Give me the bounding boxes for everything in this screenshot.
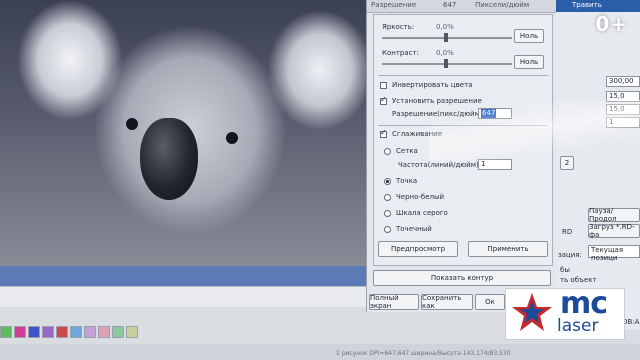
invert-colors-label: Инвертировать цвета — [392, 81, 473, 89]
contrast-slider-thumb[interactable] — [444, 59, 448, 68]
brightness-reset-button[interactable]: Ноль — [514, 29, 544, 43]
status-text: 1 рисунок DPI=647,647 ширина/Высота 143,… — [336, 350, 511, 357]
palette-color[interactable] — [42, 326, 54, 338]
dither-dot-label: Точка — [396, 177, 418, 185]
brightness-slider-thumb[interactable] — [444, 33, 448, 42]
dither-grayscale-label: Шкала серого — [396, 209, 448, 217]
status-bar — [0, 344, 640, 360]
speed-label: зация: — [558, 251, 582, 259]
apply-button[interactable]: Применить — [468, 241, 548, 257]
palette-color[interactable] — [98, 326, 110, 338]
dither-bw-radio[interactable] — [384, 194, 391, 201]
bitmap-processing-dialog: Разрешение 647 Пиксели/дюйм Яркость: 0,0… — [366, 0, 558, 312]
color-palette — [0, 326, 138, 338]
contrast-reset-button[interactable]: Ноль — [514, 55, 544, 69]
dither-bw-label: Черно-белый — [396, 193, 445, 201]
fullscreen-button[interactable]: Полный экран — [369, 294, 419, 310]
palette-color[interactable] — [0, 326, 12, 338]
dither-grayscale-radio[interactable] — [384, 210, 391, 217]
save-as-button[interactable]: Сохранить как — [421, 294, 473, 310]
param-value-3[interactable]: 15,0 — [606, 104, 640, 115]
image-selection-strip — [0, 266, 366, 286]
smoothing-checkbox[interactable] — [380, 128, 387, 138]
star-logo-icon — [512, 293, 552, 331]
param-value-1[interactable]: 300,00 — [606, 76, 640, 87]
resolution-input[interactable]: 647 — [478, 108, 512, 119]
show-contour-button[interactable]: Показать контур — [373, 270, 551, 286]
current-position-field[interactable]: Текущая позици — [588, 245, 640, 262]
palette-color[interactable] — [56, 326, 68, 338]
resolution-top-unit: Пиксели/дюйм — [475, 1, 530, 9]
age-rating-badge: 0+ — [595, 12, 628, 36]
resolution-top-label: Разрешение — [371, 1, 417, 9]
image-footer-area — [0, 286, 366, 307]
frequency-input[interactable]: 1 — [478, 159, 512, 170]
dither-grid-label: Сетка — [396, 147, 418, 155]
divider — [378, 75, 548, 76]
logo-laser-text: laser — [557, 316, 599, 336]
palette-color[interactable] — [112, 326, 124, 338]
contrast-label: Контраст: — [382, 49, 419, 57]
ok-button[interactable]: Ок — [475, 294, 505, 310]
button-2[interactable]: 2 — [560, 156, 574, 170]
palette-color[interactable] — [70, 326, 82, 338]
palette-color[interactable] — [14, 326, 26, 338]
preview-button[interactable]: Предпросмотр — [378, 241, 458, 257]
load-rd-file-button[interactable]: Загруз *.RD-фа — [588, 223, 640, 239]
koala-eye-right — [226, 132, 238, 144]
palette-color[interactable] — [28, 326, 40, 338]
frequency-label: Частота(линий/дюйм): — [398, 161, 482, 169]
contrast-value: 0,0% — [436, 49, 454, 57]
dither-grid-radio[interactable] — [384, 148, 391, 155]
koala-eye-left — [126, 118, 138, 130]
brightness-value: 0,0% — [436, 23, 454, 31]
invert-colors-checkbox[interactable] — [380, 82, 387, 89]
param-value-2[interactable]: 15,0 — [606, 91, 640, 102]
set-resolution-label: Установить разрешение — [392, 97, 482, 105]
dither-point-radio[interactable] — [384, 226, 391, 233]
koala-image — [0, 0, 366, 270]
resolution-input-value: 647 — [481, 109, 497, 118]
right-panel-line-1: бы — [560, 266, 570, 274]
koala-nose — [140, 118, 198, 200]
resolution-top-value: 647 — [443, 1, 457, 9]
resolution-top-row: Разрешение 647 Пиксели/дюйм — [367, 0, 557, 13]
pause-continue-button[interactable]: Пауза/Продол — [588, 207, 640, 223]
param-value-4[interactable]: 1 — [606, 117, 640, 128]
dither-point-label: Точечный — [396, 225, 432, 233]
brightness-label: Яркость: — [382, 23, 415, 31]
resolution-field-label: Разрешение(пикс/дюйм) — [392, 110, 483, 118]
options-panel: Яркость: 0,0% Ноль Контраст: 0,0% Ноль И… — [373, 14, 553, 266]
dither-dot-radio[interactable] — [384, 178, 391, 185]
smoothing-label: Сглаживание — [392, 130, 443, 138]
palette-color[interactable] — [126, 326, 138, 338]
right-panel-line-2: ть объект — [560, 276, 597, 284]
divider — [378, 125, 548, 126]
engrave-tab-label: Травить — [572, 1, 602, 9]
rd-label: RD — [562, 228, 573, 236]
palette-color[interactable] — [84, 326, 96, 338]
set-resolution-checkbox[interactable] — [380, 95, 387, 105]
